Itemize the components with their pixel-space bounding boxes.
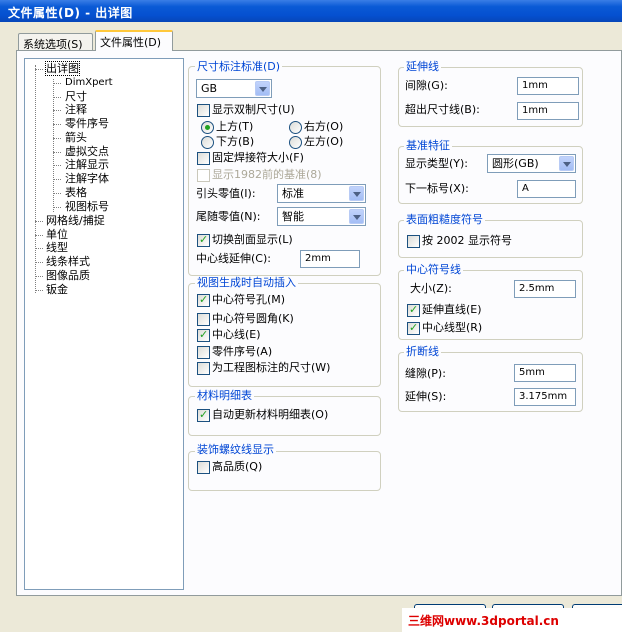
tab-system-options[interactable]: 系统选项(S): [18, 33, 93, 51]
section-display-label: 切换剖面显示(L): [212, 233, 293, 246]
center-marks-size-input[interactable]: 2.5mm: [514, 280, 576, 298]
tree-item-virtual-sharps[interactable]: 虚拟交点: [65, 145, 109, 158]
trailing-zeros-select[interactable]: 智能: [277, 207, 366, 226]
tree-item-notes[interactable]: 注释: [65, 103, 87, 116]
window-title: 文件属性(D) - 出详图: [0, 0, 622, 22]
high-quality-checkbox[interactable]: [197, 461, 210, 474]
centerline-font-label: 中心线型(R): [422, 321, 483, 334]
leading-zeros-select[interactable]: 标准: [277, 184, 366, 203]
tree-item-balloons[interactable]: 零件序号: [65, 117, 109, 130]
dims-marked-label: 为工程图标注的尺寸(W): [212, 361, 331, 374]
dual-right-radio[interactable]: [289, 121, 302, 134]
dual-dims-label: 显示双制尺寸(U): [212, 103, 295, 116]
tree-item-units[interactable]: 单位: [46, 228, 68, 241]
center-marks-fillets-checkbox[interactable]: [197, 313, 210, 326]
trailing-zeros-label: 尾随零值(N):: [196, 210, 261, 223]
tree-item-sheet-metal[interactable]: 钣金: [46, 283, 68, 296]
center-marks-holes-checkbox[interactable]: [197, 293, 210, 307]
tree-item-image-quality[interactable]: 图像品质: [46, 269, 90, 282]
dual-dims-checkbox[interactable]: [197, 104, 210, 117]
section-display-checkbox[interactable]: [197, 233, 210, 247]
break-gap-label: 缝隙(P):: [405, 367, 446, 380]
display-2002-label: 按 2002 显示符号: [422, 234, 512, 247]
chevron-down-icon[interactable]: [349, 186, 364, 201]
tab-document-properties[interactable]: 文件属性(D): [95, 30, 173, 51]
break-gap-input[interactable]: 5mm: [514, 364, 576, 382]
tree-item-detailing[interactable]: 出详图: [45, 61, 80, 76]
tree-item-dimensions[interactable]: 尺寸: [65, 90, 87, 103]
property-tree[interactable]: 出详图 DimXpert 尺寸 注释 零件序号 箭头 虚拟交点 注解显示 注解字…: [24, 58, 184, 590]
chevron-down-icon[interactable]: [349, 209, 364, 224]
ext-gap-input[interactable]: 1mm: [517, 77, 579, 95]
centerline-ext-label: 中心线延伸(C):: [196, 252, 271, 265]
leading-zeros-label: 引头零值(I):: [196, 187, 256, 200]
center-marks-fillets-label: 中心符号圆角(K): [212, 312, 294, 325]
trailing-zeros-value: 智能: [282, 210, 304, 223]
centerlines-label: 中心线(E): [212, 328, 261, 341]
tree-item-annotations-font[interactable]: 注解字体: [65, 172, 109, 185]
surface-finish-title: 表面粗糙度符号: [404, 213, 485, 226]
chevron-down-icon[interactable]: [559, 156, 574, 171]
cosmetic-thread-title: 装饰螺纹线显示: [195, 443, 276, 456]
extension-lines-title: 延伸线: [404, 60, 441, 73]
ext-beyond-input[interactable]: 1mm: [517, 102, 579, 120]
centerlines-checkbox[interactable]: [197, 328, 210, 342]
bom-title: 材料明细表: [195, 389, 254, 402]
centerline-font-checkbox[interactable]: [407, 321, 420, 335]
dual-bottom-radio[interactable]: [201, 136, 214, 149]
datum-display-type-label: 显示类型(Y):: [405, 157, 469, 170]
centerline-ext-input[interactable]: 2mm: [300, 250, 360, 268]
dual-left-radio[interactable]: [289, 136, 302, 149]
pre1982-checkbox[interactable]: [197, 169, 210, 182]
datum-display-type-select[interactable]: 圆形(GB): [487, 154, 576, 173]
chevron-down-icon[interactable]: [255, 81, 270, 96]
tree-item-dimxpert[interactable]: DimXpert: [65, 76, 113, 89]
datum-feature-title: 基准特征: [404, 139, 452, 152]
extended-lines-checkbox[interactable]: [407, 303, 420, 317]
dims-marked-checkbox[interactable]: [197, 362, 210, 375]
auto-update-bom-label: 自动更新材料明细表(O): [212, 408, 329, 421]
tree-item-arrows[interactable]: 箭头: [65, 131, 87, 144]
fixed-weld-label: 固定焊接符大小(F): [212, 151, 304, 164]
tree-item-tables[interactable]: 表格: [65, 186, 87, 199]
dim-standard-title: 尺寸标注标准(D): [195, 60, 283, 73]
pre1982-label: 显示1982前的基准(8): [212, 168, 322, 181]
center-marks-size-label: 大小(Z):: [410, 282, 452, 295]
break-extension-label: 延伸(S):: [405, 390, 447, 403]
ext-beyond-label: 超出尺寸线(B):: [405, 103, 480, 116]
view-auto-insert-title: 视图生成时自动插入: [195, 276, 298, 289]
auto-update-bom-checkbox[interactable]: [197, 408, 210, 422]
tree-item-grid-snap[interactable]: 网格线/捕捉: [46, 214, 105, 227]
tree-item-line-style[interactable]: 线条样式: [46, 255, 90, 268]
dual-top-radio[interactable]: [201, 121, 214, 134]
datum-display-type-value: 圆形(GB): [492, 157, 539, 170]
high-quality-label: 高品质(Q): [212, 460, 263, 473]
datum-next-label-label: 下一标号(X):: [405, 182, 469, 195]
tree-item-line-font[interactable]: 线型: [46, 241, 68, 254]
fixed-weld-checkbox[interactable]: [197, 152, 210, 165]
tree-item-annotations-display[interactable]: 注解显示: [65, 158, 109, 171]
ext-gap-label: 间隙(G):: [405, 79, 448, 92]
center-marks-title: 中心符号线: [404, 263, 463, 276]
datum-next-label-input[interactable]: A: [517, 180, 576, 198]
standard-select[interactable]: GB: [196, 79, 272, 98]
dual-top-label: 上方(T): [216, 120, 254, 133]
tree-item-view-labels[interactable]: 视图标号: [65, 200, 109, 213]
watermark-overlay: 三维网www.3dportal.cn: [402, 608, 622, 632]
dual-bottom-label: 下方(B): [216, 135, 255, 148]
extended-lines-label: 延伸直线(E): [422, 303, 482, 316]
dual-right-label: 右方(O): [304, 120, 344, 133]
break-extension-input[interactable]: 3.175mm: [514, 388, 576, 406]
standard-value: GB: [201, 82, 218, 95]
balloons-label: 零件序号(A): [212, 345, 273, 358]
break-lines-title: 折断线: [404, 345, 441, 358]
leading-zeros-value: 标准: [282, 187, 304, 200]
dual-left-label: 左方(O): [304, 135, 344, 148]
balloons-checkbox[interactable]: [197, 346, 210, 359]
center-marks-holes-label: 中心符号孔(M): [212, 293, 286, 306]
display-2002-checkbox[interactable]: [407, 235, 420, 248]
